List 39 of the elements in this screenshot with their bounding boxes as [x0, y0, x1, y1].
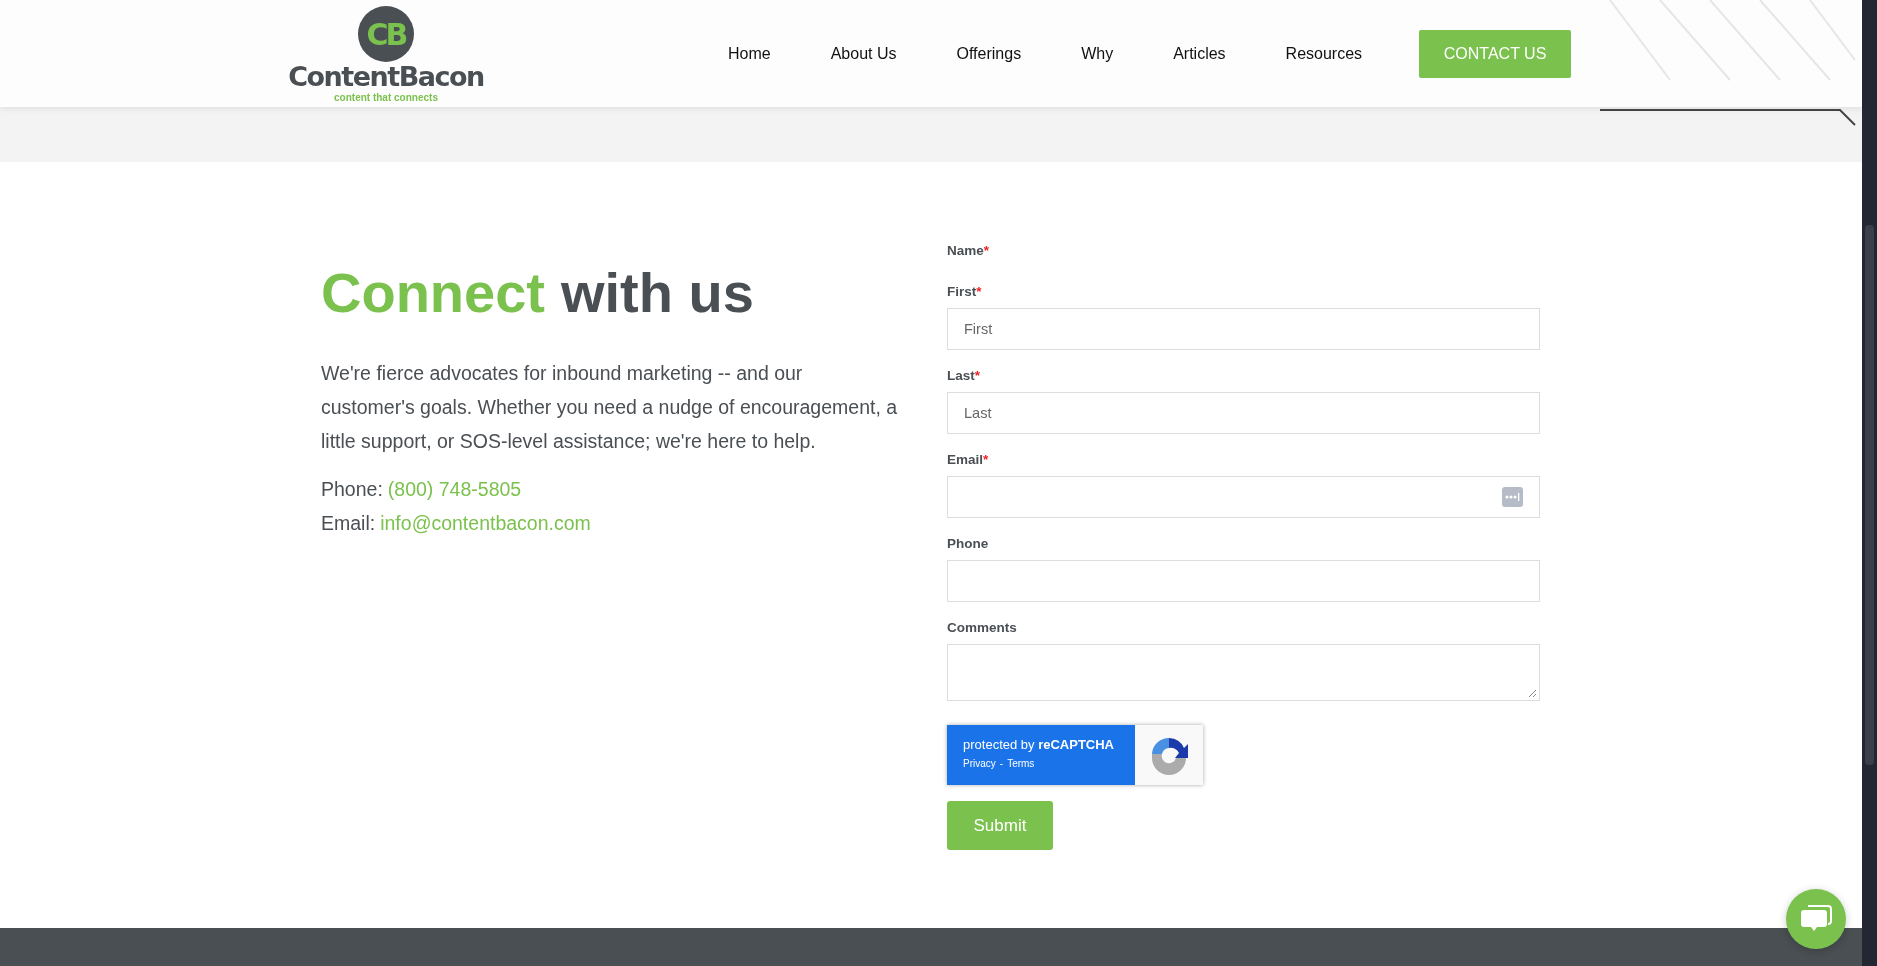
required-mark: * [974, 367, 981, 385]
contact-label: Phone: [321, 477, 383, 502]
recaptcha-text: protected by reCAPTCHA [963, 737, 1115, 752]
nav-link[interactable]: Why [1051, 44, 1144, 63]
recaptcha-link[interactable]: Privacy [963, 758, 996, 769]
comments-field[interactable] [947, 644, 1540, 701]
heading: with us [561, 260, 754, 326]
required-mark: * [976, 283, 982, 301]
input-field[interactable] [947, 476, 1540, 518]
input-field[interactable] [947, 560, 1540, 602]
password-manager-icon[interactable] [1502, 487, 1523, 507]
nav-link[interactable]: About Us [800, 44, 927, 63]
field-label: Last [947, 367, 975, 385]
logo-tagline: content that connects [334, 92, 438, 103]
scrollbar-thumb[interactable] [1865, 225, 1874, 765]
placeholder: Last [964, 405, 992, 421]
placeholder: First [964, 321, 993, 337]
field-label: Comments [947, 619, 1017, 637]
nav-link[interactable]: Offerings [926, 44, 1052, 63]
required-mark: * [983, 242, 990, 260]
separator: - [999, 758, 1004, 769]
logo-monogram[interactable]: CB [358, 6, 414, 62]
resize-handle-icon[interactable] [1528, 689, 1537, 698]
field-label: Phone [947, 535, 989, 553]
field-label: Name [947, 242, 984, 260]
heading-accent: Connect [321, 260, 545, 326]
nav-link[interactable]: Articles [1143, 44, 1256, 63]
recaptcha-link[interactable]: Terms [1007, 758, 1035, 769]
logo-wordmark: ContentBacon [288, 62, 484, 92]
nav-link[interactable]: Home [698, 44, 801, 63]
chat-button[interactable] [1786, 889, 1846, 949]
input-field[interactable]: First [947, 308, 1540, 350]
input-field[interactable]: Last [947, 392, 1540, 434]
contact-label: Email: [321, 511, 376, 536]
field-label: First [947, 283, 977, 301]
intro-paragraph: We're fierce advocates for inbound marketing -- and our customer's goals. Whether you need a nudge of encouragement, a little support, or SOS-level assistance; we're here to help. [321, 361, 899, 454]
nav-link[interactable]: Resources [1255, 44, 1393, 63]
field-label: Email [947, 451, 984, 469]
required-mark: * [983, 451, 989, 469]
